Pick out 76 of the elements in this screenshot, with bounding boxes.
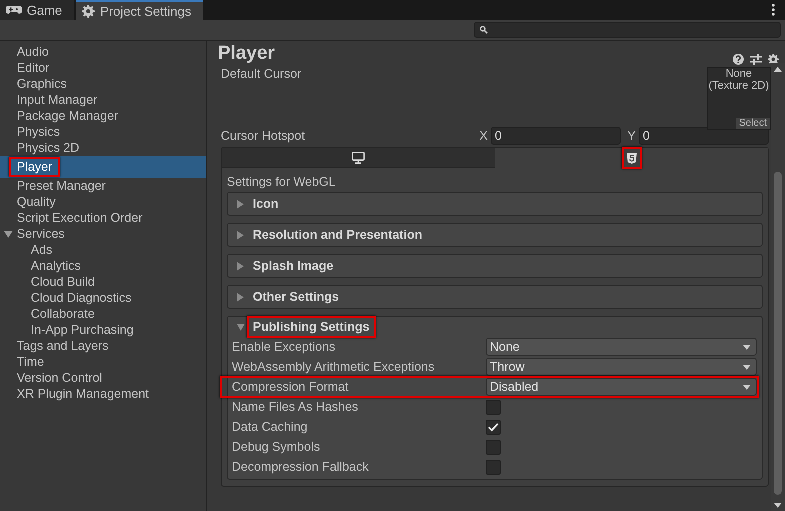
checkbox[interactable]	[486, 420, 501, 434]
caret-icon	[237, 292, 245, 302]
foldout-header[interactable]: Resolution and Presentation	[228, 224, 762, 246]
scroll-down-icon[interactable]	[774, 503, 782, 508]
sidebar-item[interactable]: Graphics	[0, 76, 206, 92]
sidebar-item[interactable]: Collaborate	[0, 306, 206, 322]
field-label: Data Caching	[232, 420, 309, 434]
caret-icon	[743, 344, 751, 350]
field-label: Enable Exceptions	[232, 340, 337, 354]
dropdown[interactable]: Throw	[486, 358, 757, 376]
search-icon	[480, 26, 488, 34]
shield-icon	[626, 152, 636, 164]
field-label: Cursor Hotspot	[221, 129, 306, 143]
sidebar-item[interactable]: Services	[0, 226, 206, 242]
texture-slot[interactable]: None (Texture 2D) Select	[707, 67, 771, 130]
texture-type: (Texture 2D)	[708, 80, 770, 92]
dropdown[interactable]: Disabled	[486, 378, 757, 396]
sidebar-item[interactable]: Ads	[0, 242, 206, 258]
sidebar-item[interactable]: Analytics	[0, 258, 206, 274]
sidebar-item[interactable]: Input Manager	[0, 92, 206, 108]
caret-icon	[743, 384, 751, 390]
sidebar-item[interactable]: Editor	[0, 60, 206, 76]
foldout-header[interactable]: Other Settings	[228, 286, 762, 308]
sidebar-item[interactable]: Tags and Layers	[0, 338, 206, 354]
foldout-header[interactable]: Publishing Settings	[228, 317, 762, 337]
checkbox[interactable]	[486, 460, 501, 474]
sidebar-item[interactable]: Player	[0, 156, 206, 178]
panel-title: Player	[218, 43, 276, 65]
gear-icon	[82, 4, 96, 18]
gamepad-icon	[6, 5, 22, 15]
checkbox[interactable]	[486, 440, 501, 454]
axis-label: Y	[626, 129, 636, 143]
sidebar-item[interactable]: Preset Manager	[0, 178, 206, 194]
help-icon[interactable]	[733, 54, 744, 65]
caret-icon[interactable]	[4, 230, 13, 238]
dropdown[interactable]: None	[486, 338, 757, 356]
field-label: Compression Format	[232, 380, 350, 394]
sidebar-item[interactable]: Time	[0, 354, 206, 370]
field-label: Decompression Fallback	[232, 460, 370, 474]
sidebar-item[interactable]: Version Control	[0, 370, 206, 386]
sidebar-item[interactable]: Cloud Build	[0, 274, 206, 290]
texture-value: None	[726, 68, 752, 80]
field-label: Default Cursor	[221, 67, 302, 81]
foldout-header[interactable]: Icon	[228, 193, 762, 215]
sidebar-item[interactable]: XR Plugin Management	[0, 386, 206, 402]
section-heading: Settings for WebGL	[227, 175, 337, 189]
checkbox[interactable]	[486, 400, 501, 414]
caret-icon	[237, 200, 245, 208]
field-label: WebAssembly Arithmetic Exceptions	[232, 360, 436, 374]
sidebar-item[interactable]: Script Execution Order	[0, 210, 206, 226]
number-field[interactable]: 0	[491, 127, 621, 145]
caret-icon	[237, 230, 245, 240]
more-icon[interactable]	[772, 4, 775, 16]
window-tab[interactable]: Project Settings	[76, 0, 204, 20]
caret-icon	[743, 364, 751, 370]
monitor-icon	[352, 152, 365, 164]
caret-icon	[237, 322, 245, 332]
scrollbar[interactable]	[771, 63, 785, 511]
scroll-up-icon[interactable]	[774, 67, 782, 72]
caret-icon	[237, 262, 245, 270]
window-tab[interactable]: Game	[0, 0, 74, 20]
sidebar-item[interactable]: Cloud Diagnostics	[0, 290, 206, 306]
sidebar-item[interactable]: Physics	[0, 124, 206, 140]
sidebar-item[interactable]: Audio	[0, 44, 206, 60]
field-label: Debug Symbols	[232, 440, 322, 454]
number-field[interactable]: 0	[639, 127, 769, 145]
sidebar-item[interactable]: Physics 2D	[0, 140, 206, 156]
foldout-header[interactable]: Splash Image	[228, 255, 762, 277]
field-label: Name Files As Hashes	[232, 400, 360, 414]
axis-label: X	[478, 129, 488, 143]
sliders-icon[interactable]	[750, 54, 762, 65]
select-button[interactable]: Select	[736, 118, 770, 129]
search-field[interactable]	[474, 22, 781, 38]
sidebar-item[interactable]: Quality	[0, 194, 206, 210]
sidebar-item[interactable]: In-App Purchasing	[0, 322, 206, 338]
sidebar-item[interactable]: Package Manager	[0, 108, 206, 124]
